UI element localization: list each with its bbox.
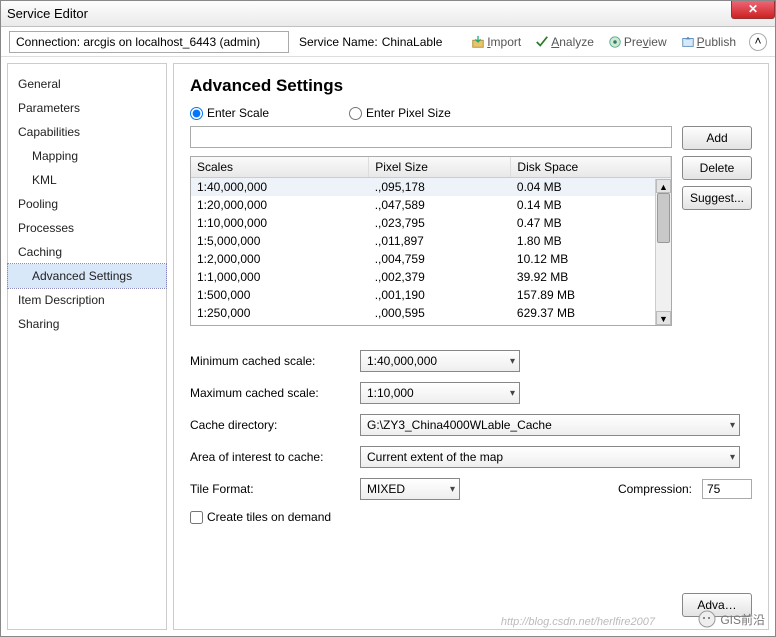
- max-scale-label: Maximum cached scale:: [190, 386, 360, 400]
- sidebar-item-parameters[interactable]: Parameters: [8, 96, 166, 120]
- aoi-label: Area of interest to cache:: [190, 450, 360, 464]
- check-icon: [535, 35, 549, 49]
- min-scale-select[interactable]: 1:40,000,000: [360, 350, 520, 372]
- titlebar: Service Editor ✕: [1, 1, 775, 27]
- scrollbar[interactable]: ▲ ▼: [655, 179, 671, 325]
- col-disk[interactable]: Disk Space: [511, 157, 671, 178]
- table-row[interactable]: 1:1,000,000.,002,37939.92 MB: [191, 268, 671, 286]
- table-row[interactable]: 1:500,000.,001,190157.89 MB: [191, 286, 671, 304]
- service-name-value: ChinaLable: [382, 35, 443, 49]
- scale-input[interactable]: [190, 126, 672, 148]
- sidebar: General Parameters Capabilities Mapping …: [7, 63, 167, 630]
- compression-input[interactable]: [702, 479, 752, 499]
- create-tiles-label: Create tiles on demand: [207, 510, 331, 524]
- scroll-thumb[interactable]: [657, 193, 670, 243]
- min-scale-label: Minimum cached scale:: [190, 354, 360, 368]
- analyze-button[interactable]: Analyze: [530, 33, 599, 51]
- table-row[interactable]: 1:10,000,000.,023,7950.47 MB: [191, 214, 671, 232]
- enter-scale-option[interactable]: Enter Scale: [190, 106, 269, 120]
- publish-icon: [681, 35, 695, 49]
- preview-button[interactable]: Preview: [603, 33, 672, 51]
- connection-field[interactable]: [9, 31, 289, 53]
- publish-button[interactable]: Publish: [676, 33, 741, 51]
- max-scale-select[interactable]: 1:10,000: [360, 382, 520, 404]
- col-scales[interactable]: Scales: [191, 157, 369, 178]
- scroll-up[interactable]: ▲: [656, 179, 671, 193]
- enter-pixel-option[interactable]: Enter Pixel Size: [349, 106, 451, 120]
- content-panel: Advanced Settings Enter Scale Enter Pixe…: [173, 63, 769, 630]
- watermark-brand: GIS前沿: [698, 610, 765, 628]
- close-button[interactable]: ✕: [731, 1, 775, 19]
- scales-table[interactable]: Scales Pixel Size Disk Space 1:40,000,00…: [190, 156, 672, 326]
- sidebar-item-general[interactable]: General: [8, 72, 166, 96]
- import-icon: [471, 35, 485, 49]
- table-row[interactable]: 1:2,000,000.,004,75910.12 MB: [191, 250, 671, 268]
- toolbar: Service Name: ChinaLable IImportmport An…: [1, 27, 775, 57]
- sidebar-item-pooling[interactable]: Pooling: [8, 192, 166, 216]
- watermark-url: http://blog.csdn.net/herlfire2007: [501, 616, 655, 628]
- wechat-icon: [698, 610, 716, 628]
- service-name-label: Service Name:: [299, 35, 378, 49]
- enter-pixel-radio[interactable]: [349, 107, 362, 120]
- sidebar-item-capabilities[interactable]: Capabilities: [8, 120, 166, 144]
- scroll-down[interactable]: ▼: [656, 311, 671, 325]
- table-row[interactable]: 1:20,000,000.,047,5890.14 MB: [191, 196, 671, 214]
- table-row[interactable]: 1:100,000.,000,2383.82 GB: [191, 322, 671, 326]
- sidebar-item-processes[interactable]: Processes: [8, 216, 166, 240]
- cache-dir-label: Cache directory:: [190, 418, 360, 432]
- cache-dir-select[interactable]: G:\ZY3_China4000WLable_Cache: [360, 414, 740, 436]
- page-title: Advanced Settings: [190, 76, 752, 96]
- enter-scale-radio[interactable]: [190, 107, 203, 120]
- table-row[interactable]: 1:250,000.,000,595629.37 MB: [191, 304, 671, 322]
- sidebar-item-sharing[interactable]: Sharing: [8, 312, 166, 336]
- aoi-select[interactable]: Current extent of the map: [360, 446, 740, 468]
- tile-format-select[interactable]: MIXED: [360, 478, 460, 500]
- window-title: Service Editor: [7, 6, 88, 21]
- col-pixel[interactable]: Pixel Size: [369, 157, 511, 178]
- sidebar-item-caching[interactable]: Caching: [8, 240, 166, 264]
- delete-button[interactable]: Delete: [682, 156, 752, 180]
- sidebar-item-mapping[interactable]: Mapping: [8, 144, 166, 168]
- suggest-button[interactable]: Suggest...: [682, 186, 752, 210]
- preview-icon: [608, 35, 622, 49]
- create-tiles-checkbox[interactable]: [190, 511, 203, 524]
- table-row[interactable]: 1:5,000,000.,011,8971.80 MB: [191, 232, 671, 250]
- tile-format-label: Tile Format:: [190, 482, 360, 496]
- sidebar-item-item-description[interactable]: Item Description: [8, 288, 166, 312]
- sidebar-item-kml[interactable]: KML: [8, 168, 166, 192]
- compression-label: Compression:: [618, 482, 692, 496]
- table-row[interactable]: 1:40,000,000.,095,1780.04 MB: [191, 178, 671, 197]
- import-button[interactable]: IImportmport: [466, 33, 526, 51]
- sidebar-item-advanced-settings[interactable]: Advanced Settings: [8, 264, 166, 288]
- add-button[interactable]: Add: [682, 126, 752, 150]
- collapse-toggle[interactable]: ˄: [749, 33, 767, 51]
